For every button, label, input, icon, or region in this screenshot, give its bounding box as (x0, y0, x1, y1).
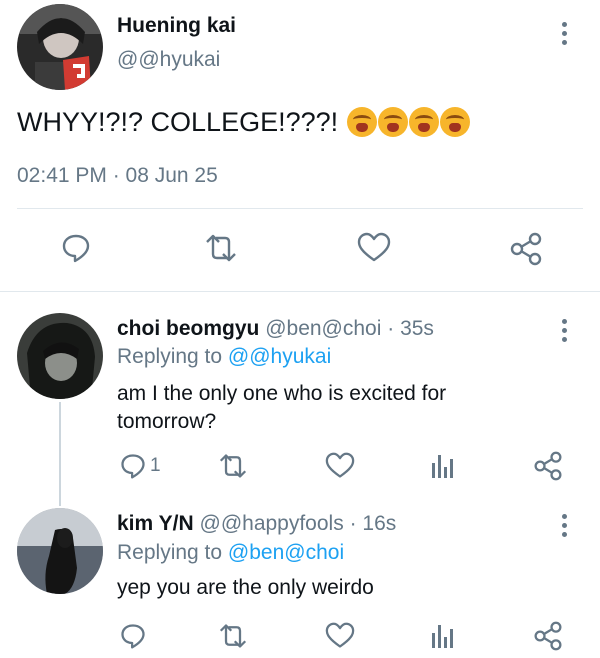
more-options-icon[interactable] (562, 319, 568, 346)
avatar[interactable] (17, 4, 103, 90)
reply-text: am I the only one who is excited for tom… (117, 382, 447, 433)
like-icon[interactable] (357, 232, 391, 264)
avatar[interactable] (17, 313, 103, 399)
thread-line (59, 402, 61, 506)
retweet-icon[interactable] (217, 622, 249, 650)
tweet-text-content: WHYY!?!? COLLEGE!???! (17, 107, 339, 137)
reply-icon[interactable] (119, 622, 147, 650)
share-icon[interactable] (533, 451, 563, 481)
analytics-icon[interactable] (431, 453, 455, 479)
like-icon[interactable] (325, 622, 355, 650)
author-handle[interactable]: @@happyfools (200, 512, 344, 535)
section-divider (0, 291, 600, 292)
retweet-icon[interactable] (203, 232, 239, 264)
author-name[interactable]: choi beomgyu (117, 317, 259, 340)
avatar[interactable] (17, 508, 103, 594)
author-name[interactable]: Huening kai (117, 14, 236, 38)
reply-time: · 16s (349, 512, 397, 535)
loudly-crying-face-icon (439, 107, 470, 137)
reply-icon[interactable] (60, 232, 92, 264)
author-handle[interactable]: @ben@choi (265, 317, 381, 340)
like-icon[interactable] (325, 452, 355, 480)
reply-header: kim Y/N @@happyfools · 16s (117, 512, 396, 536)
tweet-timestamp: 02:41 PM · 08 Jun 25 (17, 164, 218, 187)
replying-to-handle[interactable]: @ben@choi (228, 541, 344, 564)
loudly-crying-face-icon (408, 107, 439, 137)
share-icon[interactable] (509, 232, 543, 266)
divider (17, 208, 583, 209)
share-icon[interactable] (533, 621, 563, 651)
reply-count: 1 (150, 455, 161, 476)
author-handle[interactable]: @@hyukai (117, 48, 220, 72)
reply-icon[interactable] (119, 452, 147, 480)
retweet-icon[interactable] (217, 452, 249, 480)
replying-to-handle[interactable]: @@hyukai (228, 345, 331, 368)
replying-to: Replying to @ben@choi (117, 541, 344, 565)
replying-to: Replying to @@hyukai (117, 345, 331, 369)
reply-header: choi beomgyu @ben@choi · 35s (117, 317, 434, 341)
loudly-crying-face-icon (346, 107, 377, 137)
more-options-icon[interactable] (562, 514, 568, 541)
replying-to-label: Replying to (117, 345, 223, 368)
reply-time: · 35s (387, 317, 434, 340)
replying-to-label: Replying to (117, 541, 223, 564)
loudly-crying-face-icon (377, 107, 408, 137)
tweet-text: WHYY!?!? COLLEGE!???! (17, 107, 470, 138)
more-options-icon[interactable] (562, 22, 568, 49)
reply-text: yep you are the only weirdo (117, 576, 374, 599)
author-name[interactable]: kim Y/N (117, 512, 194, 535)
analytics-icon[interactable] (431, 623, 455, 649)
